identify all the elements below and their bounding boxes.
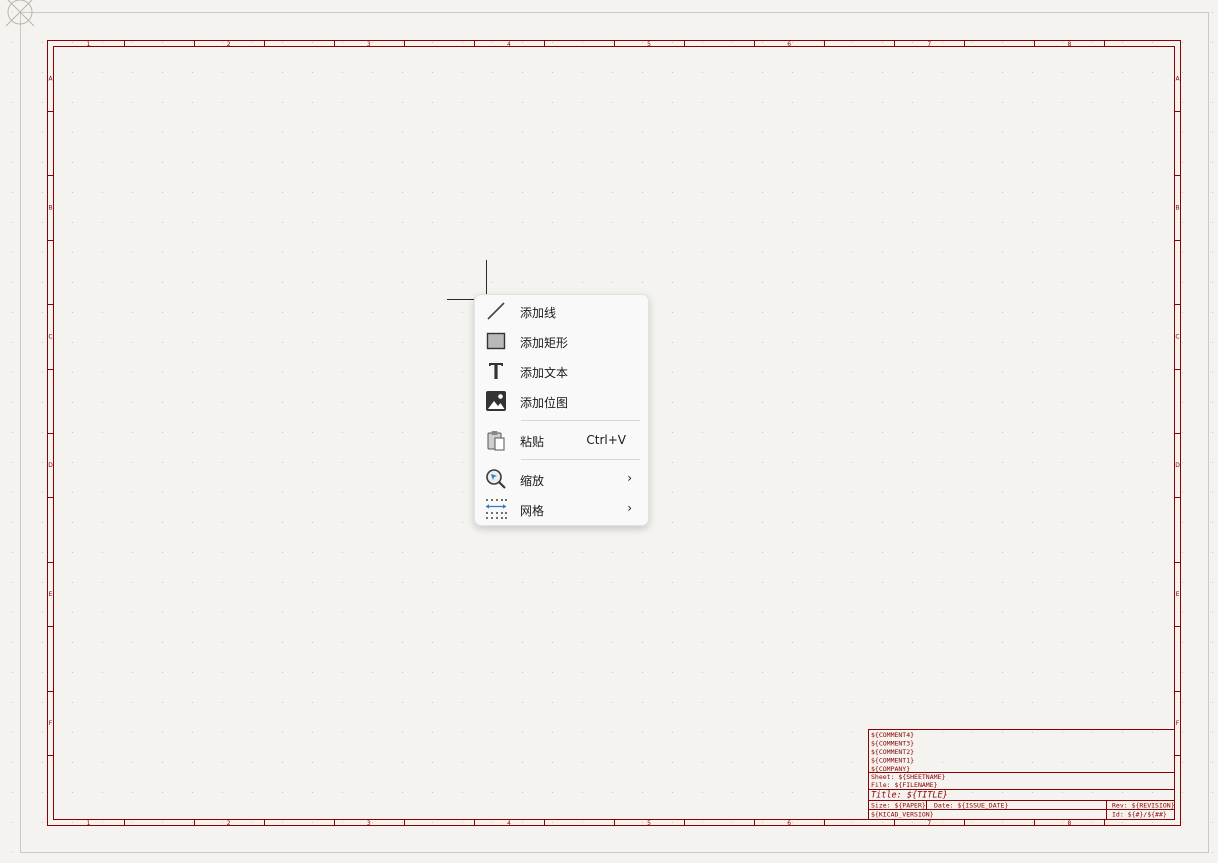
tb-comment4: ${COMMENT4} (871, 731, 914, 739)
menu-item-grid[interactable]: 网格 › (479, 495, 644, 523)
zone-label-row: E (1176, 591, 1180, 598)
zone-label-row: B (1175, 205, 1179, 212)
submenu-arrow-icon: › (627, 471, 632, 485)
zone-label-col: 3 (367, 820, 371, 827)
zone-label-col: 5 (647, 820, 651, 827)
line-icon (487, 302, 505, 320)
tb-date: Date: ${ISSUE_DATE} (934, 802, 1008, 810)
menu-item-label: 添加线 (520, 306, 557, 320)
zone-label-row: D (48, 462, 53, 469)
tb-title: Title: ${TITLE} (871, 791, 948, 801)
tb-id: Id: ${#}/${##} (1112, 811, 1167, 819)
paste-icon (487, 431, 505, 451)
tb-kicad-version: ${KICAD_VERSION} (871, 811, 934, 819)
zone-label-col: 2 (227, 820, 231, 827)
tb-rev: Rev: ${REVISION} (1112, 802, 1175, 810)
zoom-icon (486, 469, 506, 489)
menu-item-add-text[interactable]: 添加文本 (479, 357, 644, 385)
tb-file: File: ${FILENAME} (871, 781, 938, 789)
menu-item-label: 网格 (520, 504, 545, 518)
zone-label-col: 3 (367, 41, 371, 48)
zone-label-col: 6 (787, 41, 791, 48)
menu-item-paste[interactable]: 粘贴 Ctrl+V (479, 426, 644, 454)
zone-label-col: 7 (927, 820, 931, 827)
zone-label-row: C (1175, 333, 1179, 340)
zone-label-col: 2 (227, 41, 231, 48)
menu-item-label: 添加矩形 (520, 336, 569, 350)
zone-label-col: 4 (507, 41, 511, 48)
menu-separator (521, 459, 640, 460)
zone-label-col: 5 (647, 41, 651, 48)
zone-label-col: 4 (507, 820, 511, 827)
tb-comment2: ${COMMENT2} (871, 748, 914, 756)
zone-label-col: 6 (787, 820, 791, 827)
submenu-arrow-icon: › (627, 501, 632, 515)
menu-item-label: 缩放 (520, 474, 545, 488)
text-icon (489, 363, 503, 379)
image-icon (486, 391, 506, 411)
shortcut-label: Ctrl+V (586, 433, 626, 447)
menu-item-label: 添加文本 (520, 366, 569, 380)
zone-label-row: D (1175, 462, 1180, 469)
zone-label-row: F (49, 720, 53, 727)
tb-comment3: ${COMMENT3} (871, 740, 914, 748)
menu-item-label: 添加位图 (520, 396, 569, 410)
zone-label-col: 1 (87, 820, 91, 827)
tb-size: Size: ${PAPER} (871, 802, 926, 810)
zone-label-row: B (48, 205, 52, 212)
zone-label-row: E (49, 591, 53, 598)
menu-item-add-rectangle[interactable]: 添加矩形 (479, 327, 644, 355)
tb-comment1: ${COMMENT1} (871, 757, 914, 765)
zone-label-row: F (1176, 720, 1180, 727)
zone-label-row: C (48, 333, 52, 340)
zone-label-col: 8 (1067, 41, 1071, 48)
rectangle-icon (486, 332, 506, 350)
menu-separator (521, 420, 640, 421)
zone-label-col: 8 (1067, 820, 1071, 827)
menu-item-add-bitmap[interactable]: 添加位图 (479, 387, 644, 415)
tb-sheet: Sheet: ${SHEETNAME} (871, 773, 945, 781)
zone-label-col: 7 (927, 41, 931, 48)
menu-item-add-line[interactable]: 添加线 (479, 297, 644, 325)
zone-label-col: 1 (87, 41, 91, 48)
menu-item-zoom[interactable]: 缩放 › (479, 465, 644, 493)
tb-company: ${COMPANY} (871, 765, 910, 773)
grid-icon (486, 499, 507, 519)
context-menu: 添加线 添加矩形 添加文本 添加位图 粘贴 Ctrl+V 缩放 › 网格 › (474, 294, 649, 526)
menu-item-label: 粘贴 (520, 435, 545, 449)
